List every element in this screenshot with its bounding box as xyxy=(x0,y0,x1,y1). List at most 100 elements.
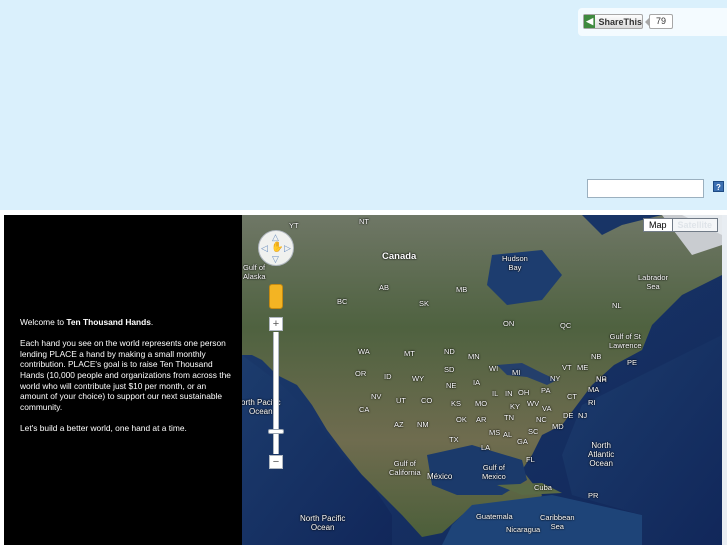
map-label-gulf-st-lawrence: Gulf of St Lawrence xyxy=(609,332,642,350)
map-label-wv: WV xyxy=(527,399,540,408)
map-label-de: DE xyxy=(563,411,574,420)
map-label-nb: NB xyxy=(591,352,602,361)
map-label-tn: TN xyxy=(504,413,514,422)
sharethis-label: ShareThis xyxy=(598,16,642,27)
map-label-yt: YT xyxy=(289,221,299,230)
map-label-gulf-alaska: Gulf of Alaska xyxy=(243,263,266,281)
share-widget: ◀ ShareThis 79 xyxy=(578,8,727,36)
map-right-edge xyxy=(722,215,727,545)
map-label-sc: SC xyxy=(528,427,539,436)
map-label-ri: RI xyxy=(588,398,596,407)
map-label-me: ME xyxy=(577,363,589,372)
zoom-in-button[interactable]: + xyxy=(269,317,283,331)
map-type-satellite-button[interactable]: Satellite xyxy=(672,218,719,232)
map-label-sk: SK xyxy=(419,299,430,308)
map-label-wi: WI xyxy=(489,364,499,373)
zoom-out-button[interactable]: − xyxy=(269,455,283,469)
map-label-al: AL xyxy=(503,430,513,439)
hand-icon: ✋ xyxy=(271,242,284,253)
pan-right-icon[interactable]: ▷ xyxy=(284,244,291,253)
pegman-icon[interactable] xyxy=(269,284,283,309)
share-count: 79 xyxy=(645,14,673,29)
map-label-ar: AR xyxy=(476,415,487,424)
map-label-la: LA xyxy=(481,443,491,452)
intro-text: Welcome to Ten Thousand Hands. Each hand… xyxy=(20,317,232,444)
map-label-ky: KY xyxy=(510,402,521,411)
map-label-qc: QC xyxy=(560,321,572,330)
map-label-mb: MB xyxy=(456,285,468,294)
map-label-nh: NH xyxy=(596,375,607,384)
map-label-pr: PR xyxy=(588,491,599,500)
pan-control[interactable]: △ ▽ ◁ ▷ ✋ xyxy=(258,230,294,266)
map-label-nl: NL xyxy=(612,301,622,310)
map-label-id: ID xyxy=(384,372,392,381)
share-icon: ◀ xyxy=(584,15,596,28)
map-label-ut: UT xyxy=(396,396,406,405)
intro-paragraph: Each hand you see on the world represent… xyxy=(20,338,231,412)
map-label-ks: KS xyxy=(451,399,462,408)
map-label-bc: BC xyxy=(337,297,348,306)
map-label-mt: MT xyxy=(404,349,415,358)
map-label-md: MD xyxy=(552,422,564,431)
map-label-nd: ND xyxy=(444,347,455,356)
map-label-wy: WY xyxy=(412,374,425,383)
map-label-guatemala: Guatemala xyxy=(476,512,513,521)
map-label-gulf-mexico: Gulf of Mexico xyxy=(482,463,506,481)
map-label-va: VA xyxy=(542,404,552,413)
info-panel: Welcome to Ten Thousand Hands. Each hand… xyxy=(4,215,242,545)
sharethis-button[interactable]: ◀ ShareThis xyxy=(583,14,643,29)
map-label-ab: AB xyxy=(379,283,390,292)
map-label-ms: MS xyxy=(489,428,501,437)
map-label-sd: SD xyxy=(444,365,455,374)
map-label-or: OR xyxy=(355,369,367,378)
satellite-imagery xyxy=(242,215,722,545)
map-label-tx: TX xyxy=(449,435,459,444)
map-label-ny: NY xyxy=(550,374,561,383)
map-label-canada: Canada xyxy=(382,251,417,262)
map-label-mn: MN xyxy=(468,352,480,361)
map-label-pe: PE xyxy=(627,358,638,367)
map-label-cuba: Cuba xyxy=(534,483,552,492)
intro-closing: Let's build a better world, one hand at … xyxy=(20,422,187,433)
zoom-slider-handle[interactable] xyxy=(268,429,284,434)
map-label-ne: NE xyxy=(446,381,457,390)
pan-left-icon[interactable]: ◁ xyxy=(261,244,268,253)
welcome-suffix: . xyxy=(150,317,154,327)
pan-down-icon[interactable]: ▽ xyxy=(272,255,279,264)
map-label-nm: NM xyxy=(417,420,429,429)
pan-up-icon[interactable]: △ xyxy=(272,233,279,242)
map-label-nj: NJ xyxy=(578,411,588,420)
welcome-prefix: Welcome to xyxy=(20,317,67,327)
map-label-in: IN xyxy=(505,389,513,398)
map-type-control: Map Satellite xyxy=(643,218,719,232)
map-label-nicaragua: Nicaragua xyxy=(506,525,541,534)
map-label-nt: NT xyxy=(359,217,369,226)
map-label-caribbean-sea: Caribbean Sea xyxy=(540,513,575,531)
map-label-ok: OK xyxy=(456,415,467,424)
map-label-pa: PA xyxy=(541,386,551,395)
map-label-il: IL xyxy=(492,389,499,398)
map-label-north-atlantic-ocean: North Atlantic Ocean xyxy=(588,441,615,468)
map-label-ca: CA xyxy=(359,405,370,414)
map-label-ia: IA xyxy=(473,378,481,387)
map-label-co: CO xyxy=(421,396,433,405)
map-label-oh: OH xyxy=(518,388,530,397)
help-icon[interactable]: ? xyxy=(713,181,724,192)
map-label-north-pacific-ocean-south: North Pacific Ocean xyxy=(300,514,346,532)
map-label-mexico: México xyxy=(427,472,453,481)
map-label-gulf-california: Gulf of California xyxy=(389,459,421,477)
map-label-ga: GA xyxy=(517,437,528,446)
map-label-nv: NV xyxy=(371,392,382,401)
map-label-mo: MO xyxy=(475,399,488,408)
welcome-line: Welcome to Ten Thousand Hands. xyxy=(20,317,232,328)
map-label-fl: FL xyxy=(526,455,535,464)
map-label-hudson-bay: Hudson Bay xyxy=(502,254,528,272)
world-map[interactable]: NT YT Gulf of Alaska Canada Hudson Bay L… xyxy=(242,215,722,545)
search-input[interactable] xyxy=(587,179,704,198)
site-name: Ten Thousand Hands xyxy=(66,317,151,327)
map-label-az: AZ xyxy=(394,420,404,429)
zoom-slider-track[interactable] xyxy=(273,332,279,454)
map-label-labrador-sea: Labrador Sea xyxy=(638,273,669,291)
map-label-nc: NC xyxy=(536,415,547,424)
map-type-map-button[interactable]: Map xyxy=(643,218,673,232)
